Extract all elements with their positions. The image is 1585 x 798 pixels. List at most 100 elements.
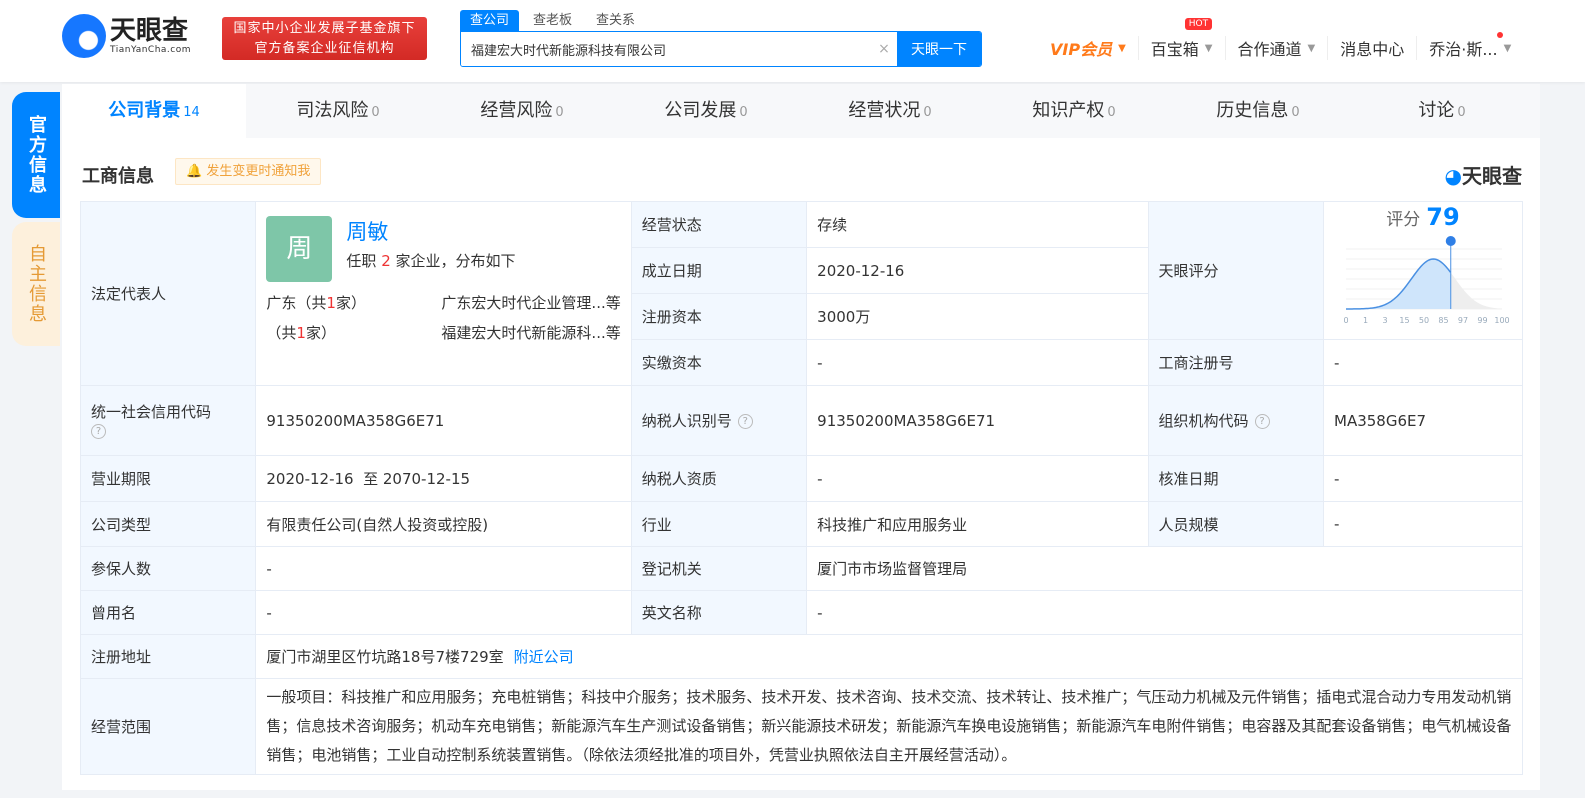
business-scope-value: 一般项目：科技推广和应用服务；充电桩销售；科技中介服务；技术服务、技术开发、技术… [255,678,1523,775]
field-value: 科技推广和应用服务业 [806,501,1149,547]
business-info-table: 法定代表人 周 周敏 任职 2 家企业，分布如下 广东（共1家） 广东宏大时代企业… [79,201,1523,775]
legal-rep-name[interactable]: 周敏 [346,216,515,246]
region-companies[interactable]: 广东宏大时代企业管理...等 [441,288,620,318]
messages-link[interactable]: 消息中心 [1328,36,1418,60]
nearby-companies-link[interactable]: 附近公司 [514,648,574,666]
tab-label: 经营风险 [480,100,553,121]
search-tab-company[interactable]: 查公司 [460,10,520,31]
score-area-fill [1346,259,1451,309]
field-value: - [806,455,1149,502]
x-tick-label: 100 [1494,316,1509,325]
tab-label: 知识产权 [1032,100,1105,121]
partner-menu[interactable]: 合作通道 ▼ [1226,36,1329,60]
partner-label: 合作通道 [1237,40,1302,59]
field-label: 实缴资本 [630,339,808,386]
help-icon[interactable]: ? [737,414,753,429]
toolbox-label: 百宝箱 [1150,40,1199,59]
x-tick-label: 3 [1382,316,1387,325]
field-label: 统一社会信用代码? [79,385,257,456]
search-tab-relation[interactable]: 查关系 [586,10,645,31]
tab-count: 0 [371,105,380,120]
caret-down-icon: ▼ [1307,42,1316,54]
notification-dot [1497,32,1504,38]
vip-menu[interactable]: VIP会员 ▼ [1038,36,1139,60]
toolbox-menu[interactable]: HOT 百宝箱 ▼ [1139,18,1226,60]
label-text: 组织机构代码 [1158,412,1249,430]
brand-watermark: ◕天眼查 [1445,160,1522,189]
jobs-prefix: 任职 [346,252,377,270]
score-cell: 评分 79 0 1 3 15 50 85 97 99 100 [1323,201,1523,340]
help-icon[interactable]: ? [91,424,106,439]
region-end: 家） [305,324,336,342]
x-tick-label: 85 [1438,316,1448,325]
field-value: - [1323,455,1523,502]
address-cell: 厦门市湖里区竹坑路18号7楼729室 附近公司 [255,634,1523,679]
field-value: 厦门市市场监督管理局 [806,546,1523,591]
tab-development[interactable]: 公司发展 0 [614,84,798,138]
field-label: 参保人数 [79,546,257,591]
search-button[interactable]: 天眼一下 [897,32,981,66]
bell-icon: 🔔 [186,164,203,179]
notify-change-button[interactable]: 🔔 发生变更时通知我 [175,158,322,185]
vip-label: VIP会员 [1050,40,1113,59]
field-value: 3000万 [806,293,1149,340]
tab-background[interactable]: 公司背景 14 [62,84,246,138]
tab-discussion[interactable]: 讨论 0 [1350,84,1534,138]
jobs-count[interactable]: 2 [381,252,391,270]
field-label: 注册地址 [79,634,257,679]
field-label: 行业 [630,501,808,547]
tab-count: 0 [923,105,932,120]
field-value: 91350200MA358G6E71 [806,385,1149,456]
field-label: 纳税人识别号? [630,385,808,456]
jobs-suffix: 家企业，分布如下 [395,252,516,270]
help-icon[interactable]: ? [1254,414,1270,429]
field-label: 组织机构代码? [1147,385,1325,456]
tab-label: 历史信息 [1216,100,1289,121]
logo-icon [62,14,106,58]
field-label: 经营状态 [630,201,808,248]
field-value: 2020-12-16 至 2070-12-15 [255,455,632,502]
score-title: 评分 79 [1332,203,1514,231]
official-badge: 国家中小企业发展子基金旗下 官方备案企业征信机构 [222,17,427,60]
tab-label: 经营状况 [848,100,921,121]
tab-ip[interactable]: 知识产权 0 [982,84,1166,138]
tab-label: 公司背景 [108,100,181,121]
tianyancha-logo[interactable]: 天眼查 TianYanCha.com [62,14,191,58]
user-menu[interactable]: 乔治·斯... ▼ [1417,32,1523,60]
field-value: 存续 [806,201,1149,248]
field-label: 登记机关 [630,546,808,591]
field-label: 天眼评分 [1147,201,1325,340]
field-label: 纳税人资质 [630,455,808,502]
field-value: 2020-12-16 [806,247,1149,294]
score-distribution-chart: 0 1 3 15 50 85 97 99 100 [1343,236,1510,325]
field-label: 工商注册号 [1147,339,1325,386]
region-companies[interactable]: 福建宏大时代新能源科...等 [441,318,620,348]
x-tick-label: 50 [1419,316,1429,325]
field-value: - [1323,501,1523,547]
tab-label: 司法风险 [296,100,369,121]
field-value: MA358G6E7 [1323,385,1523,456]
tab-count: 0 [1457,105,1466,120]
x-tick-label: 0 [1343,316,1348,325]
region: （共 [266,324,297,342]
side-tab-official[interactable]: 官方信息 [12,92,60,218]
label-text: 统一社会信用代码 [91,403,212,421]
caret-down-icon: ▼ [1204,42,1213,54]
tab-history[interactable]: 历史信息 0 [1166,84,1350,138]
search-input[interactable] [461,32,871,66]
tab-operations[interactable]: 经营状况 0 [798,84,982,138]
x-tick-label: 99 [1477,316,1487,325]
tab-legal-risk[interactable]: 司法风险 0 [246,84,430,138]
tab-business-risk[interactable]: 经营风险 0 [430,84,614,138]
brand-text: 天眼查 [1462,164,1522,188]
field-value: 91350200MA358G6E71 [255,385,632,456]
business-info-panel: 工商信息 🔔 发生变更时通知我 ◕天眼查 法定代表人 周 周敏 任职 2 家企业… [62,138,1540,790]
score-marker-pin [1445,236,1456,246]
search-tab-boss[interactable]: 查老板 [523,10,582,31]
side-tab-self[interactable]: 自主信息 [12,222,60,346]
avatar: 周 [266,216,333,282]
tab-count: 0 [555,105,564,120]
clear-icon[interactable]: × [871,32,897,66]
tab-count: 0 [1107,105,1116,120]
logo-text: 天眼查 [110,16,189,46]
